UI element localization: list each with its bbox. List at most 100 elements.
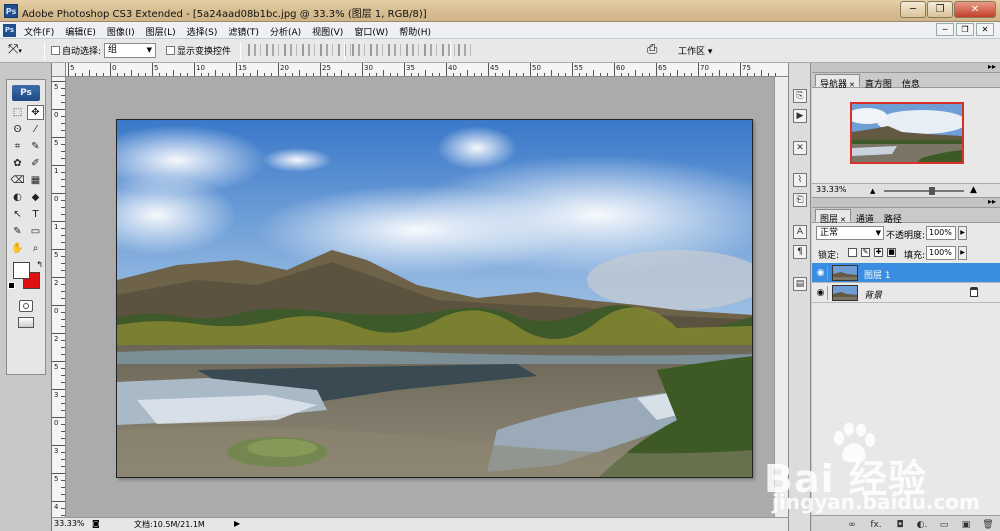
dodge-tool-icon[interactable]: ◐	[9, 190, 26, 205]
hand-tool-icon[interactable]: ✋	[9, 241, 26, 256]
ruler-origin[interactable]	[52, 63, 66, 77]
auto-align-layers-icon[interactable]	[458, 44, 471, 56]
swap-colors-icon[interactable]: ↰	[36, 260, 43, 269]
align-left-icon[interactable]	[302, 44, 315, 56]
zoom-slider-handle[interactable]	[929, 187, 935, 195]
auto-select-checkbox-box[interactable]	[51, 46, 60, 55]
clone-source-panel-icon[interactable]: ⎗	[793, 193, 807, 207]
status-arrow-icon[interactable]: ▶	[234, 519, 240, 528]
character-panel-icon[interactable]: A	[793, 225, 807, 239]
lock-transparency-icon[interactable]	[848, 248, 857, 257]
menu-file[interactable]: 文件(F)	[24, 25, 54, 38]
menu-layer[interactable]: 图层(L)	[146, 25, 176, 38]
actions-panel-icon[interactable]: ▶	[793, 109, 807, 123]
gradient-tool-icon[interactable]: ▦	[27, 173, 44, 188]
brushes-panel-icon[interactable]: ⌇	[793, 173, 807, 187]
distribute-bottom-icon[interactable]	[388, 44, 401, 56]
restore-button[interactable]: ❐	[927, 1, 953, 18]
slice-tool-icon[interactable]: ✎	[27, 139, 44, 154]
canvas-area[interactable]	[66, 77, 775, 517]
fill-input[interactable]: 100%	[926, 246, 956, 260]
distribute-top-icon[interactable]	[352, 44, 365, 56]
menu-select[interactable]: 选择(S)	[187, 25, 218, 38]
menu-help[interactable]: 帮助(H)	[399, 25, 431, 38]
layer-row[interactable]: ◉ 背景	[812, 283, 1000, 303]
menu-edit[interactable]: 编辑(E)	[65, 25, 96, 38]
distribute-right-icon[interactable]	[442, 44, 455, 56]
zoom-in-icon[interactable]: ▲	[970, 185, 977, 195]
vertical-scrollbar[interactable]	[774, 77, 788, 517]
healing-brush-tool-icon[interactable]: ✿	[9, 156, 26, 171]
zoom-slider-track[interactable]	[884, 190, 964, 192]
menu-image[interactable]: 图像(I)	[107, 25, 135, 38]
auto-select-checkbox[interactable]: 自动选择:	[51, 44, 101, 57]
eraser-tool-icon[interactable]: ⌫	[9, 173, 26, 188]
zoom-readout[interactable]: 33.33%	[54, 519, 85, 528]
pen-tool-icon[interactable]: ◆	[27, 190, 44, 205]
doc-restore-button[interactable]: ❐	[956, 23, 974, 36]
lock-all-icon[interactable]: ■	[887, 248, 896, 257]
landscape-photo[interactable]	[116, 119, 753, 478]
tab-histogram[interactable]: 直方图	[860, 74, 897, 90]
paragraph-panel-icon[interactable]: ¶	[793, 245, 807, 259]
lasso-tool-icon[interactable]: ʘ	[9, 122, 26, 137]
type-tool-icon[interactable]: T	[27, 207, 44, 222]
document-icon[interactable]: Ps	[3, 24, 16, 37]
path-selection-tool-icon[interactable]: ↖	[9, 207, 26, 222]
navigator-thumbnail[interactable]	[850, 102, 964, 164]
shape-tool-icon[interactable]: ▭	[27, 224, 44, 239]
adjustment-layer-icon[interactable]: ◐.	[916, 519, 928, 531]
navigator-zoom-value[interactable]: 33.33%	[816, 185, 847, 194]
visibility-eye-icon[interactable]: ◉	[814, 286, 828, 300]
layer-mask-icon[interactable]: ◘	[894, 519, 906, 531]
opacity-input[interactable]: 100%	[926, 226, 956, 240]
panel-grip[interactable]: ▸▸	[812, 62, 1000, 73]
new-group-icon[interactable]: ▭	[938, 519, 950, 531]
doc-close-button[interactable]: ✕	[976, 23, 994, 36]
tab-channels[interactable]: 通道	[851, 209, 879, 225]
align-hcenter-icon[interactable]	[320, 44, 333, 56]
auto-select-dropdown[interactable]: 组 ▼	[104, 43, 156, 58]
tab-paths[interactable]: 路径	[879, 209, 907, 225]
layer-style-icon[interactable]: fx.	[870, 519, 882, 531]
opacity-slider-button[interactable]: ▶	[958, 226, 967, 240]
distribute-vcenter-icon[interactable]	[370, 44, 383, 56]
layer-comps-panel-icon[interactable]: ▤	[793, 277, 807, 291]
show-transform-checkbox[interactable]: 显示变换控件	[166, 44, 231, 57]
menu-window[interactable]: 窗口(W)	[354, 25, 388, 38]
status-menu-icon[interactable]: ◙	[92, 519, 100, 528]
default-colors-icon[interactable]	[8, 282, 15, 289]
menu-analysis[interactable]: 分析(A)	[270, 25, 301, 38]
tab-navigator[interactable]: 导航器 ✕	[815, 74, 860, 90]
collapse-icon[interactable]: ▸▸	[988, 62, 996, 71]
zoom-out-icon[interactable]: ▲	[870, 187, 875, 195]
minimize-button[interactable]: ─	[900, 1, 926, 18]
horizontal-ruler[interactable]: 5 0 5 10 15 20 25 30 35 40 45 50 55 60 65 70 75	[66, 63, 789, 77]
lock-position-icon[interactable]: ✚	[874, 248, 883, 257]
layer-row[interactable]: ◉ 图层 1	[812, 263, 1000, 283]
workspace-button[interactable]: 工作区 ▾	[678, 44, 712, 57]
screen-mode-icon[interactable]	[18, 317, 34, 328]
doc-minimize-button[interactable]: ─	[936, 23, 954, 36]
magic-wand-tool-icon[interactable]: ⁄	[27, 122, 44, 137]
show-transform-checkbox-box[interactable]	[166, 46, 175, 55]
distribute-left-icon[interactable]	[406, 44, 419, 56]
menu-filter[interactable]: 滤镜(T)	[228, 25, 259, 38]
photoshop-logo[interactable]: Ps	[12, 85, 40, 101]
zoom-tool-icon[interactable]: ⌕	[27, 241, 44, 256]
tab-info[interactable]: 信息	[897, 74, 925, 90]
align-bottom-icon[interactable]	[284, 44, 297, 56]
move-tool-preset-icon[interactable]: ⤧▾	[8, 42, 22, 57]
move-tool-icon[interactable]: ✥	[27, 105, 44, 120]
marquee-tool-icon[interactable]: ⬚	[9, 105, 26, 120]
history-panel-icon[interactable]: ⎘	[793, 89, 807, 103]
distribute-hcenter-icon[interactable]	[424, 44, 437, 56]
collapse-icon[interactable]: ▸▸	[988, 197, 996, 206]
foreground-color-swatch[interactable]	[13, 262, 30, 279]
panel-grip[interactable]: ▸▸	[812, 197, 1000, 208]
tool-presets-panel-icon[interactable]: ✕	[793, 141, 807, 155]
tab-layers[interactable]: 图层 ✕	[815, 209, 851, 225]
fill-slider-button[interactable]: ▶	[958, 246, 967, 260]
lock-pixels-icon[interactable]: ✎	[861, 248, 870, 257]
align-top-icon[interactable]	[248, 44, 261, 56]
